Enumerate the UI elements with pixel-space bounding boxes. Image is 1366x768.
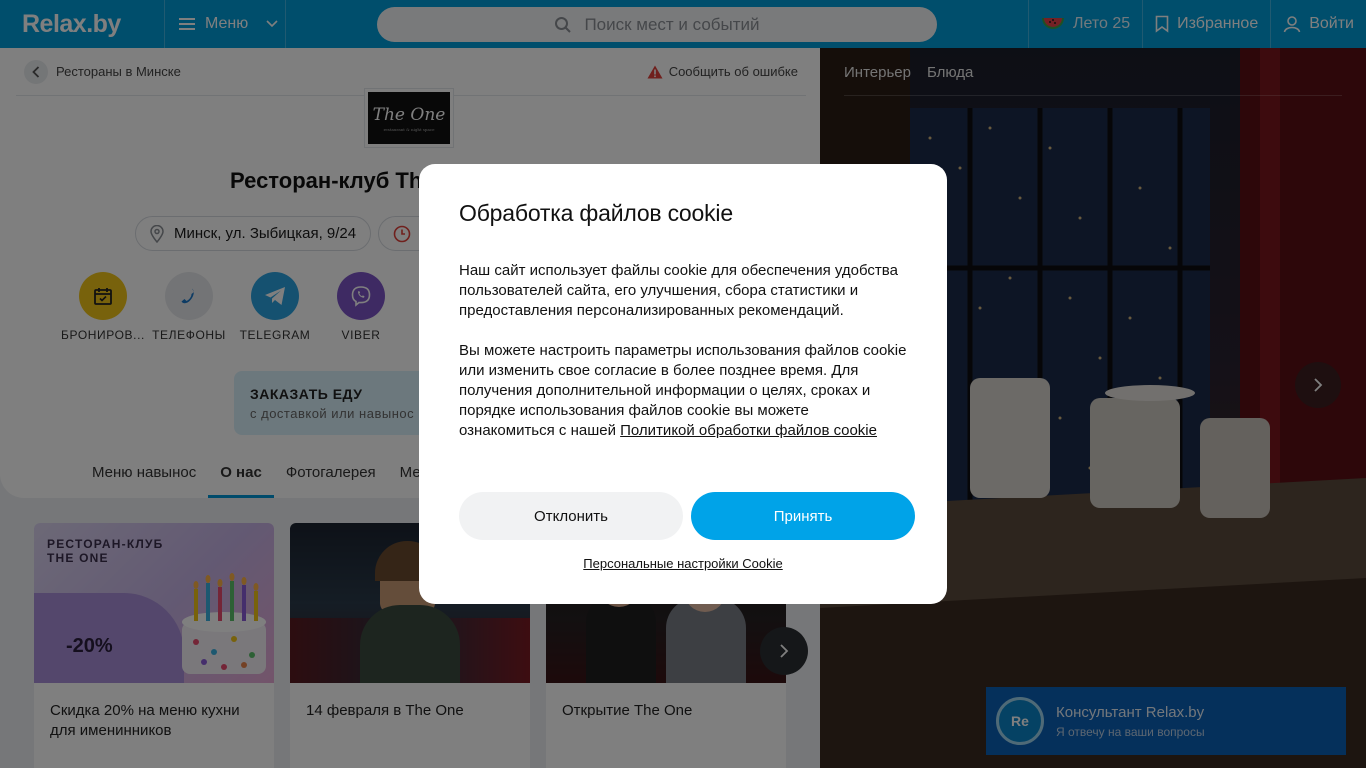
decline-button[interactable]: Отклонить bbox=[459, 492, 683, 540]
cookie-dialog: Обработка файлов cookie Наш сайт использ… bbox=[419, 164, 947, 604]
personal-cookie-settings-link[interactable]: Персональные настройки Cookie bbox=[419, 556, 947, 571]
cookie-text-1: Наш сайт использует файлы cookie для обе… bbox=[459, 262, 898, 319]
cookie-policy-link[interactable]: Политикой обработки файлов cookie bbox=[620, 422, 877, 439]
accept-button[interactable]: Принять bbox=[691, 492, 915, 540]
cookie-dialog-title: Обработка файлов cookie bbox=[459, 200, 733, 226]
cookie-text-2: Вы можете настроить параметры использова… bbox=[459, 341, 907, 441]
